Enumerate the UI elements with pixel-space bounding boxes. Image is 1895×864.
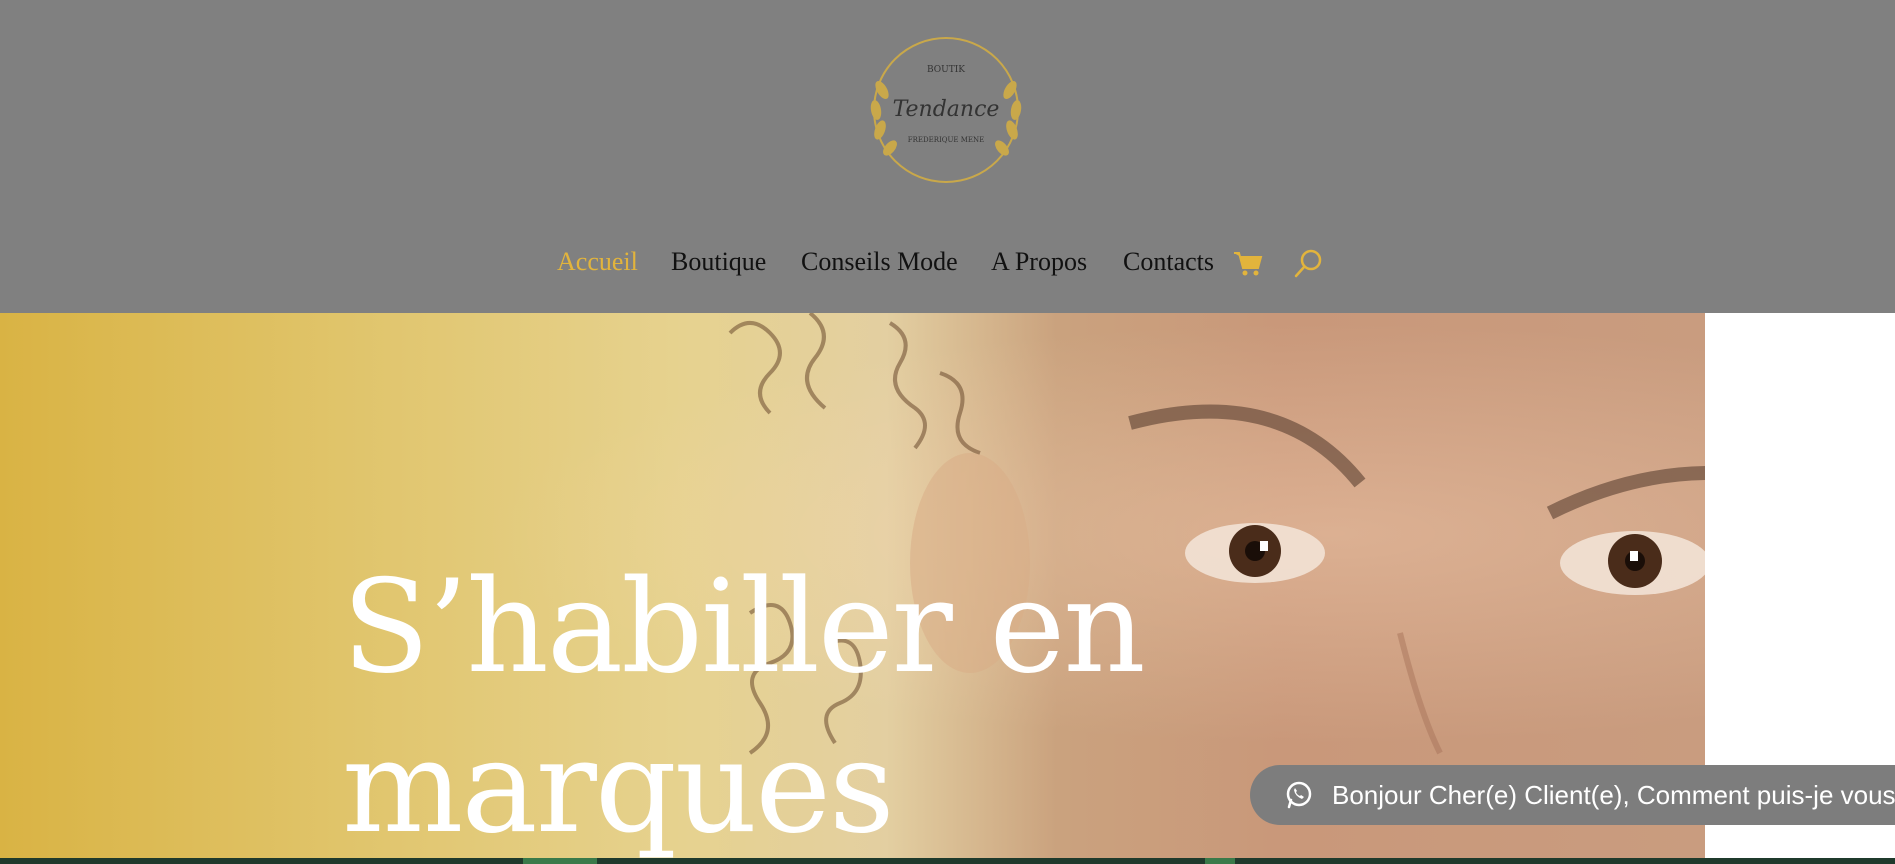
bottom-bar: [0, 858, 1895, 864]
nav-item-accueil[interactable]: Accueil: [557, 247, 638, 277]
site-logo[interactable]: BOUTIK Tendance FREDERIQUE MENE: [862, 30, 1030, 190]
logo-wreath-icon: BOUTIK Tendance FREDERIQUE MENE: [870, 37, 1022, 183]
chat-message: Bonjour Cher(e) Client(e), Comment puis-…: [1332, 779, 1895, 810]
whatsapp-chat-button[interactable]: Bonjour Cher(e) Client(e), Comment puis-…: [1250, 765, 1895, 825]
site-header: BOUTIK Tendance FREDERIQUE MENE Accueil …: [0, 0, 1895, 313]
bottom-bar-segment: [1205, 858, 1235, 864]
hero-face-detail: [1128, 404, 1705, 755]
hero-title-line-2: marques: [342, 713, 895, 862]
nav-item-boutique[interactable]: Boutique: [671, 247, 766, 277]
logo-top-text: BOUTIK: [927, 65, 965, 75]
whatsapp-icon: [1284, 780, 1314, 810]
logo-script-text: Tendance: [893, 97, 1000, 122]
hero-title: S’habiller en marques: [342, 548, 1162, 864]
nav-item-conseils-mode[interactable]: Conseils Mode: [801, 247, 958, 277]
main-nav: Accueil Boutique Conseils Mode A Propos …: [0, 247, 1895, 287]
nav-item-contacts[interactable]: Contacts: [1123, 247, 1214, 277]
cart-icon[interactable]: [1233, 251, 1263, 281]
nav-item-a-propos[interactable]: A Propos: [991, 247, 1087, 277]
hero-title-line-1: S’habiller en: [342, 553, 1146, 702]
search-icon[interactable]: [1293, 249, 1323, 283]
bottom-bar-segment: [523, 858, 597, 864]
logo-bottom-text: FREDERIQUE MENE: [908, 136, 984, 144]
